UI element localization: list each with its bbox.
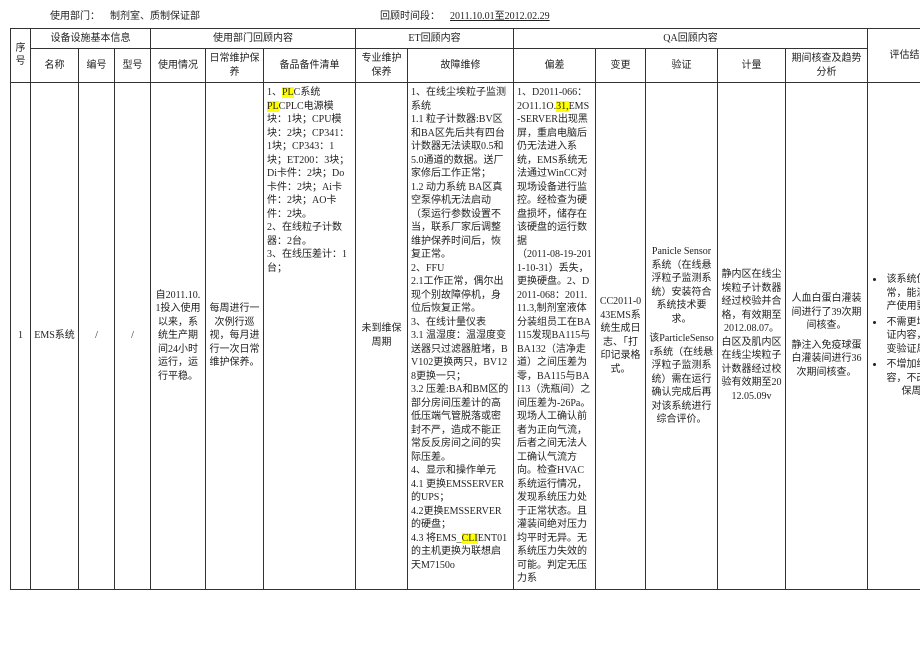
table-row: 1 EMS系统 / / 自2011.10.1投入使用以来，系统生产期间24小时运… <box>11 83 920 590</box>
col-dev: 偏差 <box>514 49 596 83</box>
cell-fault: 1、在线尘埃粒子监测系统 1.1 粒子计数器:BV区和BA区先后共有四台计数器无… <box>408 83 514 590</box>
period-value: 2011.10.01至2012.02.29 <box>450 10 550 24</box>
cell-dev: 1、D2011-066： 2O11.1O.31,EMS-SERVER出现黑屏，重… <box>514 83 596 590</box>
cell-name: EMS系统 <box>31 83 79 590</box>
col-seq: 序号 <box>11 28 31 83</box>
cell-metro: 静内区在线尘埃粒子计数器经过校验并合格，有效期至2012.08.07。白区及肌内… <box>718 83 786 590</box>
col-change: 变更 <box>596 49 646 83</box>
col-conclusion: 评估结论 <box>868 28 920 83</box>
col-metro: 计量 <box>718 49 786 83</box>
col-user-group: 使用部门回顾内容 <box>151 28 356 49</box>
dept-label: 使用部门： <box>50 10 100 24</box>
cell-model: / <box>115 83 151 590</box>
table-header-row-2: 名称 编号 型号 使用情况 日常维护保养 备品备件清单 专业维护保养 故障维修 … <box>11 49 920 83</box>
col-name: 名称 <box>31 49 79 83</box>
col-qa-group: QA回顾内容 <box>514 28 868 49</box>
col-fault: 故障维修 <box>408 49 514 83</box>
period-label: 回顾时间段： <box>380 10 440 24</box>
col-daily: 日常维护保养 <box>206 49 264 83</box>
table-header-row-1: 序号 设备设施基本信息 使用部门回顾内容 ET回顾内容 QA回顾内容 评估结论 <box>11 28 920 49</box>
cell-verify: Panicle Sensor系统（在线悬浮粒子监测系统）安装符合系统技术要求。 … <box>646 83 718 590</box>
col-et-group: ET回顾内容 <box>356 28 514 49</box>
col-basic-group: 设备设施基本信息 <box>31 28 151 49</box>
cell-usage: 自2011.10.1投入使用以来，系统生产期间24小时运行，运行平稳。 <box>151 83 206 590</box>
col-code: 编号 <box>79 49 115 83</box>
page-header: 使用部门： 制剂室、质制保证部 回顾时间段： 2011.10.01至2012.0… <box>50 10 910 24</box>
cell-code: / <box>79 83 115 590</box>
cell-change: CC2011-043EMS系统生成日志、「打印记录格式。 <box>596 83 646 590</box>
col-model: 型号 <box>115 49 151 83</box>
review-table: 序号 设备设施基本信息 使用部门回顾内容 ET回顾内容 QA回顾内容 评估结论 … <box>10 28 920 590</box>
dept-value: 制剂室、质制保证部 <box>110 10 200 24</box>
cell-daily: 每周进行一次例行巡视，每月进行一次日常维护保养。 <box>206 83 264 590</box>
cell-seq: 1 <box>11 83 31 590</box>
col-period: 期间核查及趋势分析 <box>786 49 868 83</box>
col-spare: 备品备件清单 <box>264 49 356 83</box>
cell-period: 人血白蛋白灌装间进行了39次期间核查。 静注入免疫球蛋白灌装间进行36次期间核查… <box>786 83 868 590</box>
col-prof: 专业维护保养 <box>356 49 408 83</box>
col-usage: 使用情况 <box>151 49 206 83</box>
cell-spare: 1、PLC系统 PLCPLC电源模块：1块；CPU模块：2块；CP341：1块；… <box>264 83 356 590</box>
col-verify: 验证 <box>646 49 718 83</box>
cell-conclusion: 该系统使用正常，能满足生产使用要求。 不需更增加验证内容，不改变验证周期。 不增… <box>868 83 920 590</box>
cell-prof: 未到维保周期 <box>356 83 408 590</box>
